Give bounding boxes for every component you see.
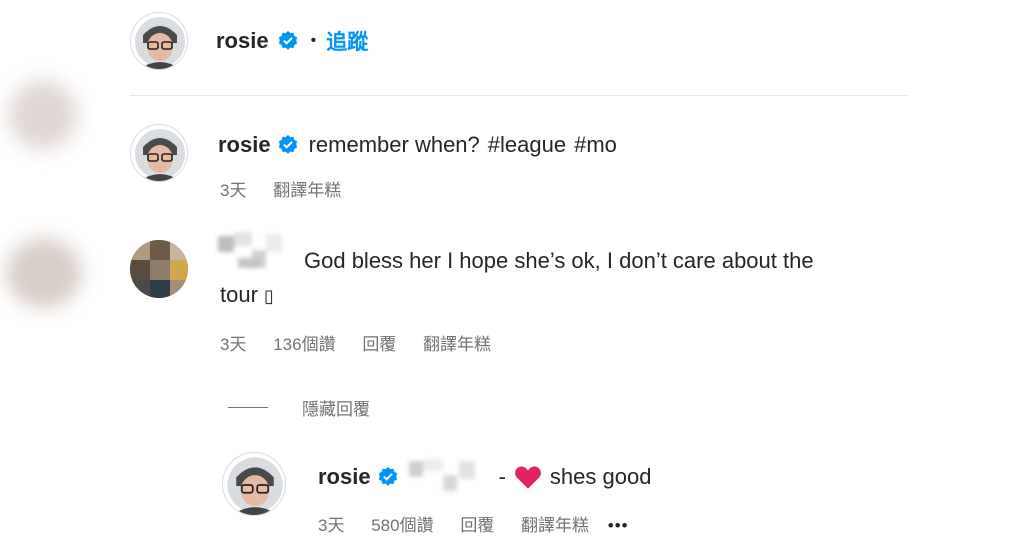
verified-badge-icon: [378, 466, 397, 486]
blurred-face-1: [8, 80, 78, 150]
reply-likes[interactable]: 580個讚: [371, 516, 433, 535]
hashtag-link[interactable]: #league: [488, 132, 566, 158]
unrendered-glyph-icon: ▯: [264, 286, 274, 307]
divider: [130, 95, 908, 96]
comment-timestamp[interactable]: 3天: [220, 335, 246, 354]
avatar-image: [135, 129, 185, 181]
avatar-image: [227, 457, 283, 515]
caption-text: remember when?: [308, 132, 480, 157]
verified-badge-icon: [278, 30, 297, 50]
reply-timestamp[interactable]: 3天: [318, 516, 344, 535]
reply-avatar[interactable]: [222, 452, 286, 516]
blurred-mention: [405, 457, 489, 497]
red-heart-icon: [515, 466, 541, 489]
reply-text: shes good: [549, 464, 652, 489]
comment-text: God bless her I hope she’s ok, I don’t c…: [304, 248, 814, 273]
blurred-face-2: [6, 238, 82, 308]
comment-likes[interactable]: 136個讚: [273, 335, 335, 354]
header-username[interactable]: rosie: [216, 28, 269, 54]
caption-timestamp[interactable]: 3天: [220, 181, 246, 200]
header-avatar[interactable]: [130, 12, 188, 70]
hide-replies-button[interactable]: 隱藏回覆: [302, 395, 370, 420]
avatar-image: [130, 240, 188, 298]
header-dot: •: [310, 32, 317, 49]
translate-button[interactable]: 翻譯年糕: [423, 335, 491, 354]
reply-username[interactable]: rosie: [318, 464, 371, 490]
reply-button[interactable]: 回覆: [460, 516, 494, 535]
commenter-avatar[interactable]: [130, 240, 188, 298]
avatar-image: [135, 17, 185, 69]
replies-line: [228, 407, 268, 408]
reply-button[interactable]: 回覆: [362, 335, 396, 354]
follow-button[interactable]: 追蹤: [326, 26, 368, 56]
more-options-icon[interactable]: •••: [608, 516, 629, 535]
blurred-username: [218, 230, 288, 274]
caption-avatar[interactable]: [130, 124, 188, 182]
comment-text-line2: tour: [220, 282, 258, 307]
caption-username[interactable]: rosie: [218, 132, 271, 158]
translate-button[interactable]: 翻譯年糕: [521, 516, 589, 535]
reply-dash: -: [498, 464, 506, 489]
translate-button[interactable]: 翻譯年糕: [273, 181, 341, 200]
hashtag-link[interactable]: #mo: [574, 132, 617, 158]
verified-badge-icon: [278, 134, 297, 154]
